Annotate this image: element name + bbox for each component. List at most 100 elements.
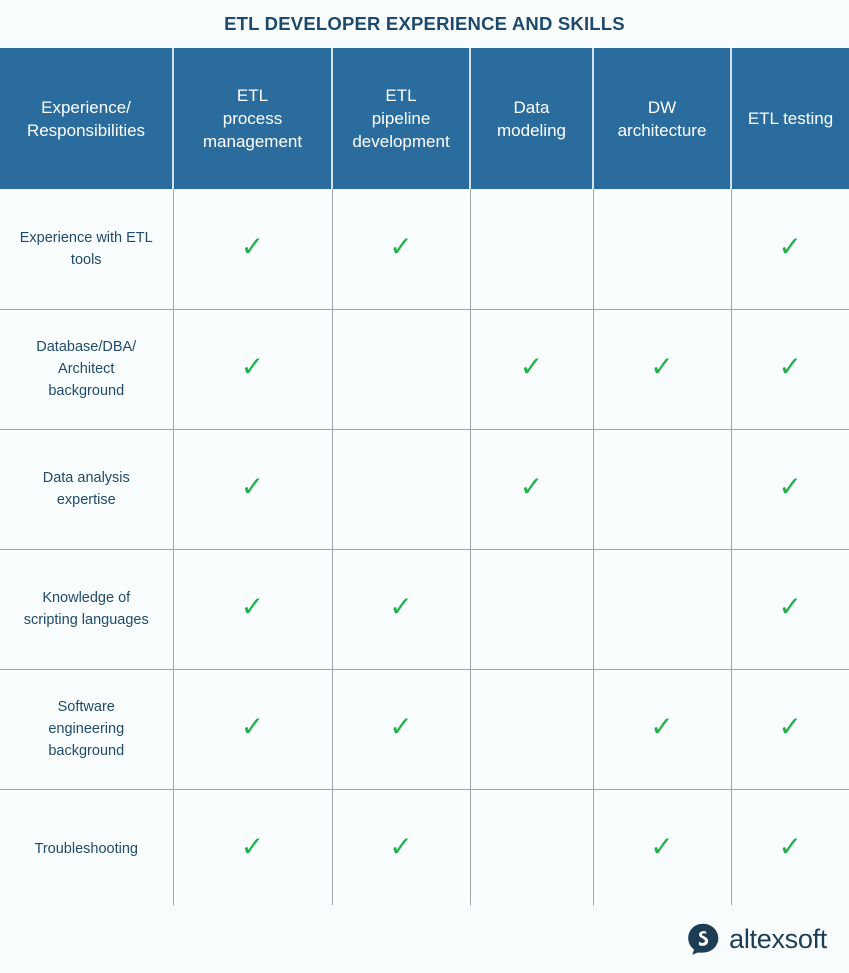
cell-etl-pipeline-development: ✓ [332,189,471,310]
header-line: Experience/ [41,97,131,117]
row-label: Experience with ETL tools [0,189,174,310]
header-line: architecture [617,120,707,140]
header-line: management [202,132,303,151]
check-icon: ✓ [778,350,802,383]
cell-etl-process-management: ✓ [173,429,333,550]
row-label: Data analysis expertise [0,429,174,550]
row-label-line: tools [70,251,102,268]
header-line: pipeline [371,109,431,128]
check-icon: ✓ [389,590,413,623]
row-label-line: background [48,383,125,399]
cell-data-modeling [470,549,594,670]
header-line: development [352,132,450,151]
check-icon: ✓ [240,470,265,503]
check-icon: ✓ [389,830,413,863]
cell-etl-process-management: ✓ [173,669,333,790]
row-label-line: scripting languages [23,612,149,628]
cell-etl-pipeline-development: ✓ [332,669,471,790]
infographic-page: ETL DEVELOPER EXPERIENCE AND SKILLS Expe… [0,0,849,973]
footer: altexsoft [0,905,849,973]
cell-dw-architecture: ✓ [593,669,732,790]
check-icon: ✓ [778,229,802,263]
row-label-line: Software [57,699,115,715]
cell-dw-architecture: ✓ [593,309,732,430]
cell-data-modeling: ✓ [470,309,594,430]
table-header: Experience/ Responsibilities ETL process… [0,48,849,189]
column-header-responsibilities: Experience/ Responsibilities [0,48,174,189]
check-icon: ✓ [650,830,674,863]
cell-etl-process-management: ✓ [173,189,333,310]
column-header-dw-architecture: DW architecture [593,48,732,189]
row-label-line: Database/DBA/ [36,339,137,355]
table-row: Software engineering background ✓ ✓ ✓ ✓ [0,669,849,790]
altexsoft-speech-bubble-icon [688,923,719,955]
cell-etl-testing: ✓ [731,189,849,310]
cell-etl-pipeline-development [332,309,471,430]
header-line: ETL testing [747,109,834,128]
header-line: modeling [497,120,566,140]
altexsoft-logo: altexsoft [686,922,827,956]
column-header-etl-testing: ETL testing [731,48,849,189]
check-icon: ✓ [240,710,265,743]
header-line: Data [513,97,550,117]
check-icon: ✓ [778,590,802,623]
check-icon: ✓ [778,470,802,503]
row-label-line: Experience with ETL [19,229,153,246]
cell-etl-testing: ✓ [731,669,849,790]
check-icon: ✓ [778,710,802,743]
row-label-line: Architect [58,361,115,377]
cell-etl-pipeline-development [332,429,471,550]
cell-etl-testing: ✓ [731,429,849,550]
row-label: Knowledge of scripting languages [0,549,174,670]
check-icon: ✓ [240,229,265,263]
row-label-line: expertise [56,492,116,508]
row-label: Software engineering background [0,669,174,790]
cell-etl-pipeline-development: ✓ [332,549,471,670]
check-icon: ✓ [519,350,544,383]
row-label-line: background [48,743,125,759]
table-row: Data analysis expertise ✓ ✓ ✓ [0,429,849,550]
check-icon: ✓ [650,710,674,743]
cell-data-modeling [470,189,594,310]
title-bar: ETL DEVELOPER EXPERIENCE AND SKILLS [0,0,849,48]
cell-data-modeling: ✓ [470,429,594,550]
check-icon: ✓ [389,229,413,263]
skills-matrix-table: Experience/ Responsibilities ETL process… [0,48,849,910]
table-row: Troubleshooting ✓ ✓ ✓ ✓ [0,789,849,910]
table-row: Database/DBA/Architect background ✓ ✓ ✓ ✓ [0,309,849,430]
row-label-line: Data analysis [42,470,130,486]
column-header-etl-pipeline-development: ETL pipeline development [332,48,471,189]
header-line: ETL [236,86,269,105]
cell-dw-architecture [593,549,732,670]
row-label: Troubleshooting [0,789,174,910]
row-label-line: Troubleshooting [34,841,138,857]
cell-data-modeling [470,669,594,790]
header-line: Responsibilities [26,120,146,140]
header-line: process [222,109,283,128]
table-row: Experience with ETL tools ✓ ✓ ✓ [0,189,849,310]
header-line: DW [647,97,677,117]
check-icon: ✓ [389,710,413,743]
cell-dw-architecture [593,429,732,550]
header-row: Experience/ Responsibilities ETL process… [0,48,849,189]
cell-etl-testing: ✓ [731,309,849,430]
cell-etl-process-management: ✓ [173,309,333,430]
table-row: Knowledge of scripting languages ✓ ✓ ✓ [0,549,849,670]
altexsoft-wordmark: altexsoft [729,923,827,954]
cell-dw-architecture: ✓ [593,789,732,910]
column-header-data-modeling: Data modeling [470,48,594,189]
cell-dw-architecture [593,189,732,310]
cell-data-modeling [470,789,594,910]
row-label-line: engineering [48,721,125,737]
row-label: Database/DBA/Architect background [0,309,174,430]
cell-etl-process-management: ✓ [173,549,333,670]
cell-etl-testing: ✓ [731,549,849,670]
check-icon: ✓ [519,470,544,503]
cell-etl-process-management: ✓ [173,789,333,910]
column-header-etl-process-management: ETL process management [173,48,333,189]
check-icon: ✓ [778,830,802,863]
cell-etl-pipeline-development: ✓ [332,789,471,910]
page-title: ETL DEVELOPER EXPERIENCE AND SKILLS [224,13,625,34]
check-icon: ✓ [650,350,674,383]
check-icon: ✓ [240,590,265,623]
